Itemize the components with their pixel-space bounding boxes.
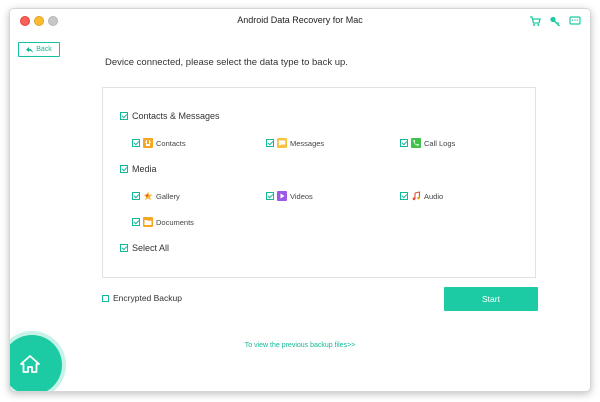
group-media[interactable]: Media <box>120 164 157 174</box>
home-icon <box>20 355 40 373</box>
checkbox[interactable] <box>132 218 140 226</box>
item-audio[interactable]: Audio <box>400 191 443 201</box>
item-call-logs[interactable]: Call Logs <box>400 138 455 148</box>
app-window: Android Data Recovery for Mac Back Devic… <box>9 8 591 392</box>
page-title: Device connected, please select the data… <box>105 57 348 68</box>
select-all[interactable]: Select All <box>120 243 169 253</box>
back-arrow-icon <box>26 46 34 53</box>
checkbox[interactable] <box>132 139 140 147</box>
item-messages[interactable]: Messages <box>266 138 324 148</box>
gallery-icon <box>143 191 153 201</box>
item-label: Contacts <box>156 138 186 148</box>
select-all-label: Select All <box>132 243 170 253</box>
videos-icon <box>277 191 287 201</box>
encrypted-backup-label: Encrypted Backup <box>113 293 182 303</box>
checkbox[interactable] <box>120 165 128 173</box>
item-label: Call Logs <box>424 138 456 148</box>
group-contacts-messages[interactable]: Contacts & Messages <box>120 111 220 121</box>
start-button[interactable]: Start <box>444 287 538 311</box>
item-contacts[interactable]: Contacts <box>132 138 186 148</box>
contacts-icon <box>143 138 153 148</box>
data-type-panel: Contacts & Messages Contacts Messages Ca… <box>102 87 536 278</box>
checkbox[interactable] <box>400 139 408 147</box>
checkbox[interactable] <box>120 244 128 252</box>
checkbox[interactable] <box>120 112 128 120</box>
window-title: Android Data Recovery for Mac <box>237 15 363 25</box>
item-label: Videos <box>290 191 313 201</box>
item-label: Audio <box>424 191 444 201</box>
checkbox[interactable] <box>266 139 274 147</box>
call-logs-icon <box>411 138 421 148</box>
encrypted-backup-checkbox[interactable] <box>102 294 109 302</box>
cart-icon[interactable] <box>529 15 541 27</box>
feedback-icon[interactable] <box>569 15 581 27</box>
item-gallery[interactable]: Gallery <box>132 191 180 201</box>
key-icon[interactable] <box>549 15 561 27</box>
group-label: Contacts & Messages <box>132 111 220 121</box>
messages-icon <box>277 138 287 148</box>
item-documents[interactable]: Documents <box>132 217 194 227</box>
checkbox[interactable] <box>132 192 140 200</box>
back-button-label: Back <box>36 46 52 53</box>
item-label: Gallery <box>156 191 180 201</box>
item-label: Messages <box>290 138 325 148</box>
encrypted-backup-option[interactable]: Encrypted Backup <box>102 293 182 303</box>
item-label: Documents <box>156 217 194 227</box>
audio-icon <box>411 191 421 201</box>
documents-icon <box>143 217 153 227</box>
back-button[interactable]: Back <box>18 42 60 57</box>
previous-backup-link[interactable]: To view the previous backup files>> <box>10 342 590 349</box>
title-bar: Android Data Recovery for Mac <box>10 9 590 33</box>
item-videos[interactable]: Videos <box>266 191 313 201</box>
checkbox[interactable] <box>400 192 408 200</box>
checkbox[interactable] <box>266 192 274 200</box>
group-label: Media <box>132 164 157 174</box>
